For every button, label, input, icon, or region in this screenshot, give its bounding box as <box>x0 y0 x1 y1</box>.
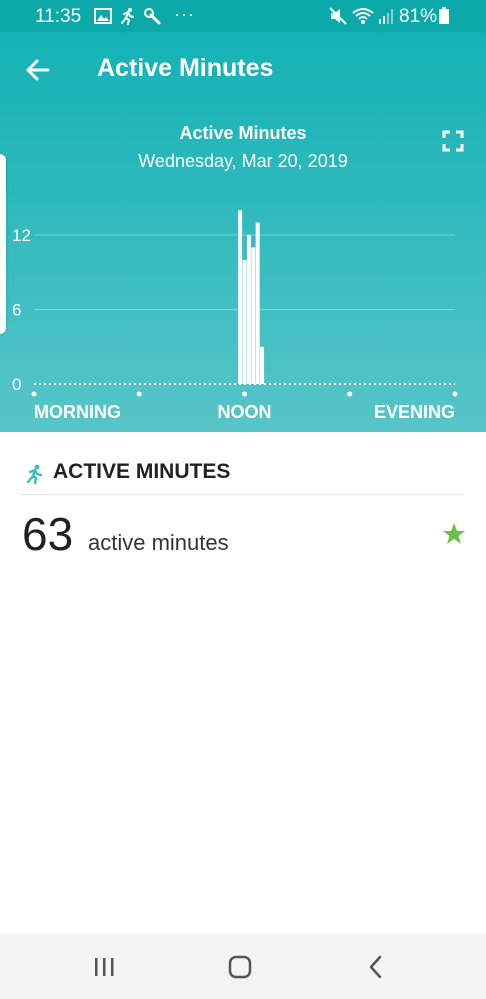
status-bar: 11:35 ··· 81% <box>0 0 486 32</box>
running-icon <box>121 8 134 25</box>
tool-icon <box>144 8 161 25</box>
chart-panel: 11:35 ··· 81% Active Minutes Active Minu… <box>0 0 486 432</box>
mute-icon <box>329 7 347 25</box>
back-arrow-icon[interactable] <box>22 54 54 86</box>
y-tick-label: 6 <box>12 301 21 320</box>
active-minutes-chart: 12 6 0 MORNING NOON EVENING <box>12 210 458 422</box>
x-axis-label: NOON <box>218 402 272 422</box>
image-icon <box>94 8 112 24</box>
bar <box>242 259 247 384</box>
recent-apps-icon[interactable] <box>87 952 121 982</box>
y-tick-label: 12 <box>12 226 31 245</box>
active-minutes-summary[interactable]: 63 active minutes <box>20 505 466 565</box>
wifi-icon <box>352 8 374 24</box>
axis-dot <box>242 391 247 397</box>
axis-dot <box>31 391 37 397</box>
x-axis-label: MORNING <box>34 402 121 422</box>
y-tick-label: 0 <box>12 375 21 394</box>
battery-percentage: 81% <box>399 6 438 27</box>
page-title: Active Minutes <box>97 54 274 82</box>
bar <box>246 235 251 384</box>
active-minutes-value: 63 <box>22 508 74 560</box>
section-header: ACTIVE MINUTES <box>20 455 464 495</box>
star-icon <box>443 523 465 544</box>
axis-dot <box>452 391 458 397</box>
system-nav-bar <box>0 934 486 999</box>
axis-dot <box>136 391 142 397</box>
battery-icon <box>439 7 449 24</box>
bar <box>255 222 260 384</box>
bar <box>260 346 265 384</box>
axis-dot <box>347 391 353 397</box>
home-icon[interactable] <box>223 952 257 982</box>
section-title: ACTIVE MINUTES <box>53 460 231 483</box>
signal-icon <box>379 9 393 24</box>
running-icon <box>26 464 43 484</box>
back-icon[interactable] <box>360 952 394 982</box>
chart-title: Active Minutes <box>179 123 307 143</box>
active-minutes-unit: active minutes <box>88 530 229 555</box>
app-bar: Active Minutes <box>0 40 486 100</box>
fullscreen-icon[interactable] <box>440 128 466 154</box>
bar <box>238 210 243 384</box>
more-dots-icon: ··· <box>174 4 195 24</box>
bar <box>251 247 256 384</box>
status-time: 11:35 <box>35 6 82 27</box>
chart-date: Wednesday, Mar 20, 2019 <box>138 151 348 171</box>
x-axis-label: EVENING <box>374 402 455 422</box>
